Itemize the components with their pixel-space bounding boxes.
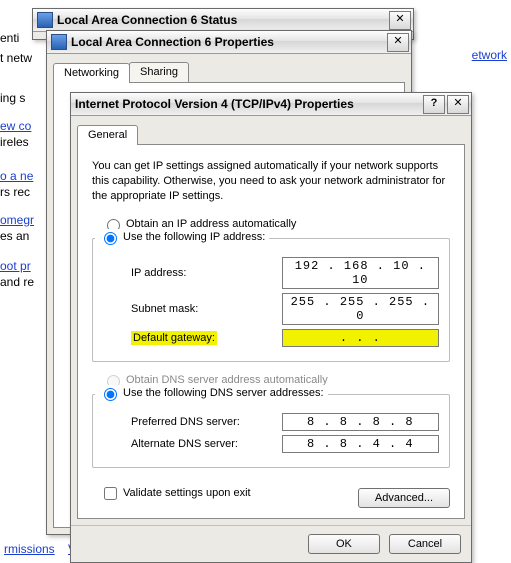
validate-checkbox[interactable] [104, 487, 117, 500]
dns-group: Use the following DNS server addresses: … [92, 394, 450, 468]
tcpip-titlebar[interactable]: Internet Protocol Version 4 (TCP/IPv4) P… [71, 93, 471, 116]
network-icon [51, 34, 67, 50]
ok-button[interactable]: OK [308, 534, 380, 554]
ip-address-label: IP address: [131, 267, 282, 279]
dialog-buttons: OK Cancel [71, 525, 471, 562]
description-text: You can get IP settings assigned automat… [92, 159, 450, 204]
subnet-mask-label: Subnet mask: [131, 303, 282, 315]
tab-sharing[interactable]: Sharing [129, 62, 189, 82]
subnet-mask-input[interactable]: 255 . 255 . 255 . 0 [282, 293, 439, 325]
bg-link[interactable]: etwork [472, 48, 507, 62]
ip-address-input[interactable]: 192 . 168 . 10 . 10 [282, 257, 439, 289]
status-titlebar[interactable]: Local Area Connection 6 Status ✕ [33, 9, 413, 32]
radio-use-ip-input[interactable] [104, 232, 117, 245]
properties-tabs: Networking Sharing [53, 62, 405, 82]
close-icon[interactable]: ✕ [387, 33, 409, 52]
alternate-dns-input[interactable]: 8 . 8 . 4 . 4 [282, 435, 439, 453]
ip-group: Use the following IP address: IP address… [92, 238, 450, 362]
properties-title: Local Area Connection 6 Properties [71, 35, 385, 49]
default-gateway-input[interactable]: . . . [282, 329, 439, 347]
tcpip-panel: You can get IP settings assigned automat… [77, 144, 465, 519]
tab-general[interactable]: General [77, 125, 138, 145]
validate-label: Validate settings upon exit [123, 487, 251, 499]
permissions-link[interactable]: rmissions [4, 542, 55, 556]
radio-use-ip[interactable]: Use the following IP address: [95, 229, 269, 245]
status-title: Local Area Connection 6 Status [57, 13, 387, 27]
close-icon[interactable]: ✕ [389, 11, 411, 30]
radio-use-ip-label: Use the following IP address: [123, 231, 265, 243]
cancel-button[interactable]: Cancel [389, 534, 461, 554]
advanced-button[interactable]: Advanced... [358, 488, 450, 508]
preferred-dns-label: Preferred DNS server: [131, 416, 282, 428]
close-icon[interactable]: ✕ [447, 95, 469, 114]
tcpip-dialog: Internet Protocol Version 4 (TCP/IPv4) P… [70, 92, 472, 563]
radio-use-dns-label: Use the following DNS server addresses: [123, 387, 324, 399]
alternate-dns-label: Alternate DNS server: [131, 438, 282, 450]
tcpip-title: Internet Protocol Version 4 (TCP/IPv4) P… [75, 97, 421, 111]
network-icon [37, 12, 53, 28]
tab-networking[interactable]: Networking [53, 63, 130, 83]
radio-use-dns-input[interactable] [104, 388, 117, 401]
properties-titlebar[interactable]: Local Area Connection 6 Properties ✕ [47, 31, 411, 54]
default-gateway-label: Default gateway: [131, 331, 217, 345]
help-icon[interactable]: ? [423, 95, 445, 114]
preferred-dns-input[interactable]: 8 . 8 . 8 . 8 [282, 413, 439, 431]
radio-use-dns[interactable]: Use the following DNS server addresses: [95, 385, 328, 401]
